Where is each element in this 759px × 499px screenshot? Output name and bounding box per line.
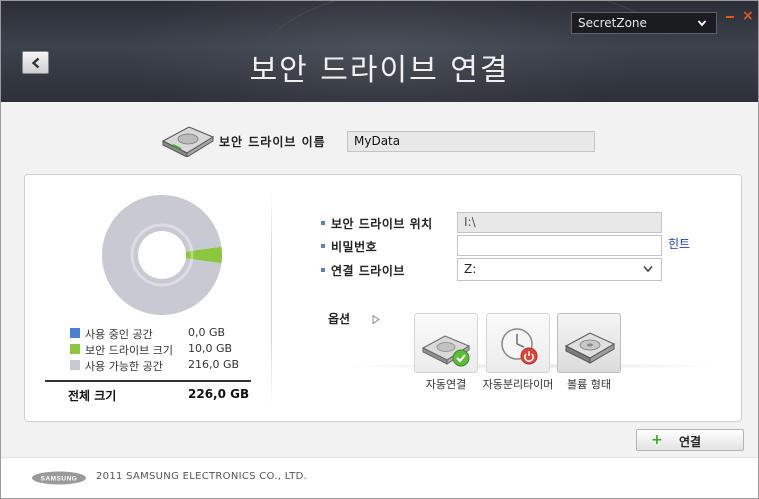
hint-link[interactable]: 힌트 [668, 235, 690, 252]
legend-swatch-used [70, 328, 80, 338]
connect-drive-label: 연결 드라이브 [321, 262, 405, 279]
option-auto-disconnect-timer-label: 자동분리타이머 [482, 378, 554, 391]
option-volume-type[interactable] [557, 313, 621, 373]
minimize-button[interactable] [725, 10, 735, 22]
legend-label: 보안 드라이브 크기 [85, 344, 173, 357]
legend-swatch-drive [70, 344, 80, 354]
disk-usage-pie [100, 193, 224, 317]
connect-drive-label-text: 연결 드라이브 [331, 264, 405, 278]
password-label-text: 비밀번호 [331, 240, 378, 254]
location-label: 보안 드라이브 위치 [321, 215, 433, 232]
legend-label: 사용 가능한 공간 [85, 360, 163, 373]
options-label: 옵션 [328, 312, 351, 326]
chevron-down-icon [643, 265, 653, 273]
bullet-icon [321, 243, 325, 248]
total-size-value: 226,0 GB [188, 387, 250, 401]
panel-divider [271, 188, 272, 410]
samsung-logo-text: SAMSUNG [41, 476, 78, 483]
legend-value: 216,0 GB [188, 358, 240, 371]
connect-button-label: 연결 [679, 435, 702, 449]
drive-name-label: 보안 드라이브 이름 [219, 135, 326, 149]
location-label-text: 보안 드라이브 위치 [331, 217, 433, 231]
option-auto-disconnect-timer[interactable] [486, 313, 550, 373]
password-label: 비밀번호 [321, 238, 377, 255]
drive-name-field: MyData [347, 131, 595, 152]
volume-drive-icon [564, 332, 616, 364]
close-button[interactable]: × [742, 9, 754, 23]
option-volume-type-label: 볼륨 형태 [567, 378, 611, 391]
header-banner: 보안 드라이브 연결 SecretZone × [1, 1, 758, 102]
samsung-logo: SAMSUNG [32, 471, 86, 485]
copyright-text: 2011 SAMSUNG ELECTRONICS CO., LTD. [96, 471, 308, 482]
plus-icon: + [651, 432, 663, 448]
account-select[interactable]: SecretZone [571, 12, 717, 34]
legend-value: 10,0 GB [188, 342, 233, 355]
password-input[interactable] [457, 235, 662, 256]
total-size-label: 전체 크기 [68, 389, 117, 403]
legend-swatch-available [70, 360, 80, 370]
connect-drive-select[interactable]: Z: [457, 258, 662, 281]
option-auto-connect-label: 자동연결 [425, 378, 467, 391]
app-window: 보안 드라이브 연결 SecretZone × 보안 드라이브 이름 MyDat… [0, 0, 759, 499]
bullet-icon [321, 267, 325, 272]
pie-center-hole [138, 231, 186, 279]
legend-label: 사용 중인 공간 [85, 328, 153, 341]
timer-icon [501, 328, 538, 365]
option-auto-connect[interactable] [414, 313, 478, 373]
connect-drive-value: Z: [464, 262, 477, 276]
total-divider [45, 380, 251, 382]
connect-button[interactable]: + 연결 [636, 429, 744, 451]
account-select-value: SecretZone [578, 16, 647, 30]
legend-value: 0,0 GB [188, 326, 226, 339]
location-field: I:\ [457, 212, 662, 233]
disk-usage-pie-svg [102, 195, 222, 315]
page-title: 보안 드라이브 연결 [249, 53, 510, 88]
chevron-down-icon [697, 20, 707, 27]
bullet-icon [321, 220, 325, 225]
expand-arrow-icon[interactable] [372, 315, 380, 324]
secure-drive-icon [161, 126, 215, 157]
auto-connect-icon [421, 335, 471, 367]
